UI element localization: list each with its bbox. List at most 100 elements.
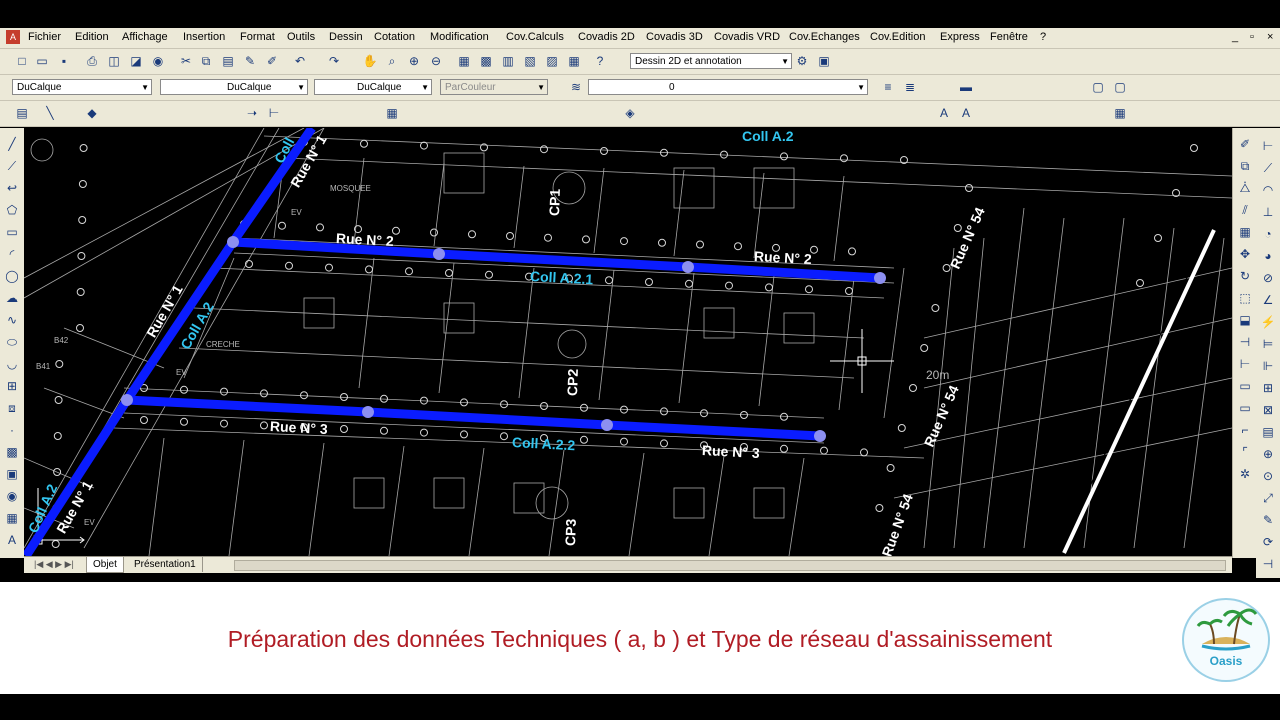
- linetype-select[interactable]: DuCalque ▼: [160, 79, 308, 95]
- ellipse-arc-icon[interactable]: ◡: [4, 356, 20, 372]
- collector-node[interactable]: [362, 406, 374, 418]
- inspect-icon[interactable]: ⊙: [1260, 468, 1276, 484]
- workspace-select[interactable]: Dessin 2D et annotation ▼: [630, 53, 792, 69]
- revcloud-icon[interactable]: ☁: [4, 290, 20, 306]
- mtext-draw-icon[interactable]: A: [4, 532, 20, 548]
- publish-icon[interactable]: ◪: [128, 53, 144, 69]
- matchprop-icon[interactable]: ✎: [242, 53, 258, 69]
- text-icon[interactable]: A: [936, 105, 952, 121]
- mtext-icon[interactable]: A: [958, 105, 974, 121]
- menu-covadis-3d[interactable]: Covadis 3D: [646, 31, 703, 43]
- layer-select[interactable]: 0 ▼: [588, 79, 868, 95]
- collector-node[interactable]: [433, 248, 445, 260]
- menu-fenetre[interactable]: Fenêtre: [990, 31, 1028, 43]
- dim-break-icon[interactable]: ⊠: [1260, 402, 1276, 418]
- offset-icon[interactable]: ⫽: [1237, 202, 1253, 218]
- menu-affichage[interactable]: Affichage: [122, 31, 168, 43]
- collector-segment[interactable]: [24, 128, 316, 556]
- menu-insertion[interactable]: Insertion: [183, 31, 225, 43]
- menu-cotation[interactable]: Cotation: [374, 31, 415, 43]
- polygon-icon[interactable]: ⬠: [4, 202, 20, 218]
- open-icon[interactable]: ▭: [34, 53, 50, 69]
- workspace-lock-icon[interactable]: ▣: [816, 53, 832, 69]
- menu-fichier[interactable]: Fichier: [28, 31, 61, 43]
- dim-edit-icon[interactable]: ⤢: [1260, 490, 1276, 506]
- sheet-set-icon[interactable]: ▧: [522, 53, 538, 69]
- trim-icon[interactable]: ⊣: [1237, 334, 1253, 350]
- stretch-icon[interactable]: ⬓: [1237, 312, 1253, 328]
- dim-diameter-icon[interactable]: ⊘: [1260, 270, 1276, 286]
- plot-icon[interactable]: ◉: [150, 53, 166, 69]
- list-icon[interactable]: ▤: [14, 105, 30, 121]
- layer-manager-icon[interactable]: ≋: [568, 79, 584, 95]
- zoom-previous-icon[interactable]: ⊖: [428, 53, 444, 69]
- rectangle-icon[interactable]: ▭: [4, 224, 20, 240]
- menu-covadis-2d[interactable]: Covadis 2D: [578, 31, 635, 43]
- table-insert-icon[interactable]: ▦: [1112, 105, 1128, 121]
- brush-icon[interactable]: ✐: [264, 53, 280, 69]
- collector-node[interactable]: [814, 430, 826, 442]
- rotate-icon[interactable]: ↻: [1237, 268, 1253, 284]
- explode-icon[interactable]: ✲: [1237, 466, 1253, 482]
- node-icon[interactable]: ◈: [622, 105, 638, 121]
- tab-presentation1[interactable]: Présentation1: [128, 557, 203, 572]
- dim-angular-icon[interactable]: ∠: [1260, 292, 1276, 308]
- ellipse-icon[interactable]: ⬭: [4, 334, 20, 350]
- tab-nav-arrows-icon[interactable]: |◀ ◀ ▶ ▶|: [28, 557, 80, 572]
- zoom-icon[interactable]: ⌕: [384, 53, 400, 69]
- dim-baseline-icon[interactable]: ⊨: [1260, 336, 1276, 352]
- center-mark-icon[interactable]: ⊕: [1260, 446, 1276, 462]
- arc-icon[interactable]: ◜: [4, 246, 20, 262]
- properties-icon[interactable]: ▦: [456, 53, 472, 69]
- block-icon[interactable]: ◆: [84, 105, 100, 121]
- arrow-icon[interactable]: ➝: [244, 105, 260, 121]
- collector-node[interactable]: [227, 236, 239, 248]
- layer-iso-icon[interactable]: ▬: [958, 79, 974, 95]
- plotstyle-select[interactable]: ParCouleur ▼: [440, 79, 548, 95]
- viewport-icon[interactable]: ▢: [1090, 79, 1106, 95]
- restore-button[interactable]: ▫: [1250, 31, 1254, 43]
- help-icon[interactable]: ?: [592, 53, 608, 69]
- erase-icon[interactable]: ✐: [1237, 136, 1253, 152]
- array-icon[interactable]: ▦: [1237, 224, 1253, 240]
- layer-state-icon[interactable]: ≣: [902, 79, 918, 95]
- make-block-icon[interactable]: ⧈: [4, 400, 20, 416]
- preview-icon[interactable]: ◫: [106, 53, 122, 69]
- collector-node[interactable]: [682, 261, 694, 273]
- dim-text-edit-icon[interactable]: ✎: [1260, 512, 1276, 528]
- viewport-single-icon[interactable]: ▢: [1112, 79, 1128, 95]
- break-icon[interactable]: ▭: [1237, 378, 1253, 394]
- menu-format[interactable]: Format: [240, 31, 275, 43]
- minimize-button[interactable]: _: [1232, 31, 1238, 43]
- horizontal-scrollbar[interactable]: [234, 560, 1226, 571]
- calculator-icon[interactable]: ▦: [566, 53, 582, 69]
- insert-icon[interactable]: ⊢: [266, 105, 282, 121]
- menu-covadis-vrd[interactable]: Covadis VRD: [714, 31, 780, 43]
- menu-modification[interactable]: Modification: [430, 31, 489, 43]
- menu-cov-calculs[interactable]: Cov.Calculs: [506, 31, 564, 43]
- mirror-icon[interactable]: ⧊: [1237, 180, 1253, 196]
- paste-icon[interactable]: ▤: [220, 53, 236, 69]
- polyline-icon[interactable]: ╲: [42, 105, 58, 121]
- dim-space-icon[interactable]: ⊞: [1260, 380, 1276, 396]
- lineweight-select[interactable]: DuCalque ▼: [314, 79, 432, 95]
- dim-radius-icon[interactable]: ◔: [1260, 226, 1276, 242]
- point-icon[interactable]: ·: [4, 422, 20, 438]
- color-select[interactable]: DuCalque ▼: [12, 79, 152, 95]
- insert-block-icon[interactable]: ⊞: [4, 378, 20, 394]
- collector-node[interactable]: [874, 272, 886, 284]
- dim-style-icon[interactable]: ⊣: [1260, 556, 1276, 572]
- dim-aligned-icon[interactable]: ⟋: [1260, 160, 1276, 176]
- menu-help[interactable]: ?: [1040, 31, 1046, 43]
- hatch-icon[interactable]: ▩: [4, 444, 20, 460]
- save-icon[interactable]: ▪: [56, 53, 72, 69]
- table-icon[interactable]: ▦: [384, 105, 400, 121]
- dim-linear-icon[interactable]: ⊢: [1260, 138, 1276, 154]
- move-icon[interactable]: ✥: [1237, 246, 1253, 262]
- tab-objet[interactable]: Objet: [86, 557, 124, 573]
- workspace-settings-icon[interactable]: ⚙: [794, 53, 810, 69]
- close-button[interactable]: ×: [1267, 31, 1273, 43]
- design-center-icon[interactable]: ▩: [478, 53, 494, 69]
- spline-icon[interactable]: ∿: [4, 312, 20, 328]
- dim-arc-icon[interactable]: ◠: [1260, 182, 1276, 198]
